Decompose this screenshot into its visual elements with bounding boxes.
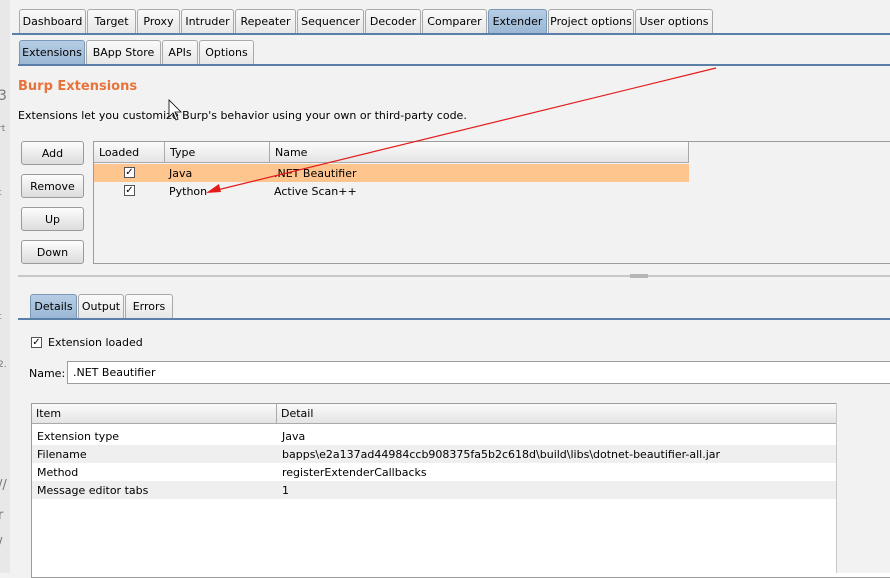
tab-extensions[interactable]: Extensions: [19, 40, 85, 65]
divider-grip[interactable]: [630, 274, 648, 278]
background-window-strip: 3 rt t t 2. // r /: [0, 0, 10, 573]
tab-errors[interactable]: Errors: [125, 294, 173, 319]
column-header-name[interactable]: Name: [270, 142, 689, 163]
tab-details[interactable]: Details: [30, 294, 77, 319]
remove-button[interactable]: Remove: [21, 174, 84, 198]
extensions-table: Loaded Type Name ✓ Java .NET Beautifier …: [93, 141, 890, 264]
tab-repeater[interactable]: Repeater: [235, 9, 296, 34]
table-row[interactable]: ✓ Java .NET Beautifier: [94, 164, 689, 182]
extension-name-field[interactable]: .NET Beautifier: [67, 361, 890, 384]
extension-loaded-checkbox[interactable]: ✓: [31, 337, 42, 348]
up-button[interactable]: Up: [21, 207, 84, 231]
tab-project-options[interactable]: Project options: [548, 9, 634, 34]
column-header-loaded[interactable]: Loaded: [94, 142, 165, 163]
table-row[interactable]: Message editor tabs 1: [32, 481, 837, 499]
tab-user-options[interactable]: User options: [635, 9, 713, 34]
tab-output[interactable]: Output: [78, 294, 124, 319]
split-pane-divider[interactable]: [18, 275, 890, 277]
table-row[interactable]: Method registerExtenderCallbacks: [32, 463, 837, 481]
tab-sequencer[interactable]: Sequencer: [297, 9, 364, 34]
tab-apis[interactable]: APIs: [162, 40, 198, 65]
column-header-item[interactable]: Item: [32, 404, 277, 424]
tab-intruder[interactable]: Intruder: [181, 9, 234, 34]
tab-options[interactable]: Options: [199, 40, 254, 65]
page-title: Burp Extensions: [18, 79, 138, 94]
tab-bapp-store[interactable]: BApp Store: [86, 40, 161, 65]
down-button[interactable]: Down: [21, 240, 84, 264]
tab-dashboard[interactable]: Dashboard: [19, 9, 86, 34]
column-header-type[interactable]: Type: [165, 142, 270, 163]
detail-tab-underline: [18, 318, 890, 320]
tab-proxy[interactable]: Proxy: [137, 9, 180, 34]
name-label: Name:: [29, 367, 66, 380]
checkbox-checked-icon[interactable]: ✓: [124, 167, 135, 178]
details-table: Item Detail Extension type Java Filename…: [31, 403, 890, 578]
tab-comparer[interactable]: Comparer: [422, 9, 487, 34]
table-row[interactable]: Filename bapps\e2a137ad44984ccb908375fa5…: [32, 445, 837, 463]
sub-tab-underline: [18, 64, 890, 66]
tab-extender[interactable]: Extender: [488, 9, 547, 34]
page-description: Extensions let you customize Burp's beha…: [18, 109, 467, 122]
checkbox-checked-icon[interactable]: ✓: [124, 185, 135, 196]
details-table-empty-area: [836, 403, 890, 573]
tab-target[interactable]: Target: [87, 9, 136, 34]
main-tab-underline: [12, 33, 890, 35]
table-row[interactable]: Extension type Java: [32, 427, 837, 445]
table-row[interactable]: ✓ Python Active Scan++: [94, 182, 689, 200]
extension-loaded-label: Extension loaded: [48, 336, 143, 349]
tab-decoder[interactable]: Decoder: [365, 9, 421, 34]
column-header-detail[interactable]: Detail: [277, 404, 837, 424]
add-button[interactable]: Add: [21, 141, 84, 165]
